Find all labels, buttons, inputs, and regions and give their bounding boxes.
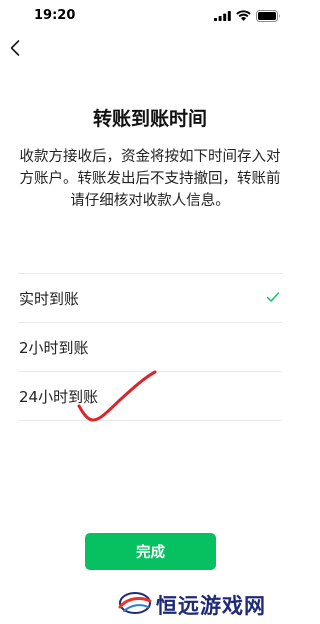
- wifi-icon: [236, 10, 251, 21]
- back-button[interactable]: [4, 36, 28, 60]
- page-title: 转账到账时间: [92, 108, 207, 130]
- status-time: 19:20: [34, 8, 76, 23]
- watermark-text: 恒远游戏网: [156, 593, 266, 618]
- option-label: 2小时到账: [19, 339, 89, 357]
- signal-icon: [214, 11, 231, 21]
- watermark-logo-icon: [118, 592, 152, 614]
- status-bar: 19:20: [0, 0, 300, 34]
- option-24-hours[interactable]: 24小时到账: [18, 371, 282, 421]
- arrival-time-options: 实时到账 2小时到账 24小时到账: [0, 273, 300, 421]
- option-realtime[interactable]: 实时到账: [18, 273, 282, 322]
- done-button[interactable]: 完成: [85, 533, 216, 570]
- description-text: 收款方接收后，资金将按如下时间存入对方账户。转账发出后不支持撤回，转账前请仔细核…: [19, 149, 281, 209]
- watermark: 恒远游戏网: [118, 584, 300, 624]
- option-2-hours[interactable]: 2小时到账: [18, 322, 282, 371]
- battery-icon: [256, 10, 280, 22]
- check-icon: [266, 292, 280, 302]
- option-label: 实时到账: [19, 290, 80, 308]
- chevron-left-icon: [10, 40, 20, 56]
- option-label: 24小时到账: [19, 388, 99, 406]
